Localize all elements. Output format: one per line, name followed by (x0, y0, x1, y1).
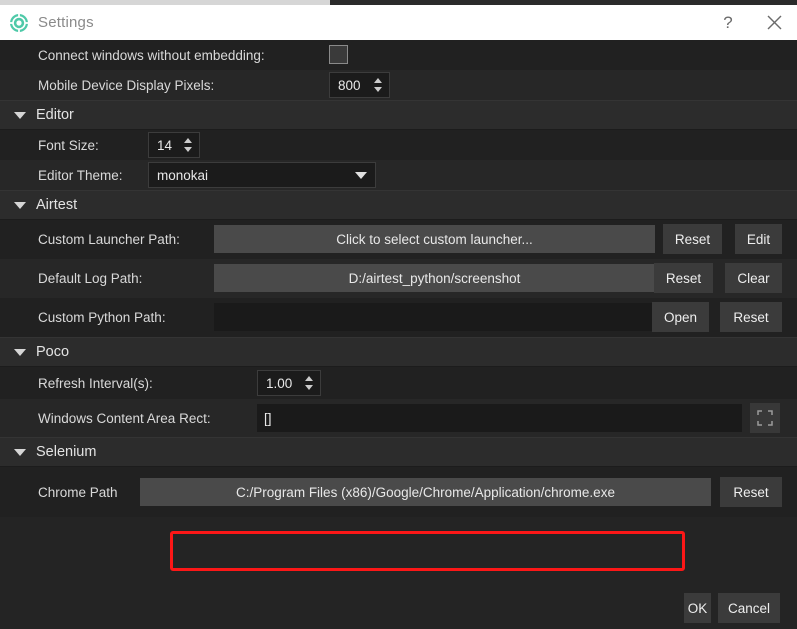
refresh-interval-stepper-buttons[interactable] (300, 371, 320, 395)
custom-python-reset-button[interactable]: Reset (720, 302, 782, 332)
settings-dialog: Settings ? Connect windows without embed… (0, 0, 797, 629)
custom-launcher-edit-button[interactable]: Edit (735, 224, 782, 254)
chrome-path-label: Chrome Path (38, 484, 118, 500)
editor-theme-select[interactable]: monokai (148, 162, 376, 188)
default-log-clear-button[interactable]: Clear (725, 263, 782, 293)
row-chrome-path: Chrome Path C:/Program Files (x86)/Googl… (0, 467, 797, 517)
chrome-path-reset-button[interactable]: Reset (720, 477, 782, 507)
chevron-down-icon[interactable] (373, 87, 382, 92)
content-rect-label: Windows Content Area Rect: (38, 410, 211, 426)
refresh-interval-label: Refresh Interval(s): (38, 375, 153, 391)
mobile-pixels-stepper-buttons[interactable] (369, 73, 389, 97)
section-title-editor: Editor (36, 107, 74, 123)
row-connect-windows: Connect windows without embedding: (0, 40, 797, 70)
row-refresh-interval: Refresh Interval(s): 1.00 (0, 367, 797, 399)
chevron-down-icon[interactable] (14, 201, 26, 209)
chevron-up-icon[interactable] (304, 376, 313, 381)
font-size-value: 14 (157, 137, 173, 153)
cancel-button[interactable]: Cancel (718, 593, 780, 623)
connect-windows-checkbox[interactable] (329, 45, 348, 64)
font-size-stepper-buttons[interactable] (179, 133, 199, 157)
custom-launcher-label: Custom Launcher Path: (38, 232, 180, 247)
mobile-pixels-value: 800 (338, 77, 361, 93)
font-size-label: Font Size: (38, 137, 99, 153)
default-log-field[interactable]: D:/airtest_python/screenshot (214, 264, 655, 292)
chevron-down-icon[interactable] (304, 385, 313, 390)
window-title: Settings (38, 14, 94, 31)
chevron-down-icon[interactable] (14, 348, 26, 356)
row-editor-theme: Editor Theme: monokai (0, 160, 797, 190)
close-icon[interactable] (751, 5, 797, 40)
default-log-reset-button[interactable]: Reset (654, 263, 713, 293)
custom-python-label: Custom Python Path: (38, 310, 166, 325)
help-button[interactable]: ? (705, 5, 751, 40)
row-default-log: Default Log Path: D:/airtest_python/scre… (0, 259, 797, 298)
chrome-path-field[interactable]: C:/Program Files (x86)/Google/Chrome/App… (140, 478, 711, 506)
chevron-down-icon[interactable] (183, 147, 192, 152)
section-title-selenium: Selenium (36, 444, 97, 460)
chevron-down-icon[interactable] (14, 448, 26, 456)
ok-button[interactable]: OK (684, 593, 711, 623)
editor-theme-label: Editor Theme: (38, 167, 123, 183)
section-header-selenium[interactable]: Selenium (0, 437, 797, 467)
refresh-interval-value: 1.00 (266, 375, 293, 391)
section-title-poco: Poco (36, 344, 70, 360)
select-area-icon[interactable] (750, 403, 780, 433)
row-custom-launcher: Custom Launcher Path: Click to select cu… (0, 220, 797, 259)
refresh-interval-stepper[interactable]: 1.00 (257, 370, 321, 396)
section-header-airtest[interactable]: Airtest (0, 190, 797, 220)
section-header-poco[interactable]: Poco (0, 337, 797, 367)
row-mobile-pixels: Mobile Device Display Pixels: 800 (0, 70, 797, 100)
font-size-stepper[interactable]: 14 (148, 132, 200, 158)
section-title-airtest: Airtest (36, 197, 78, 213)
custom-launcher-field[interactable]: Click to select custom launcher... (214, 225, 655, 253)
chevron-down-icon[interactable] (355, 171, 367, 179)
editor-theme-value: monokai (157, 167, 209, 183)
default-log-label: Default Log Path: (38, 271, 143, 286)
custom-launcher-reset-button[interactable]: Reset (663, 224, 722, 254)
custom-python-field[interactable] (214, 303, 655, 331)
chevron-up-icon[interactable] (183, 138, 192, 143)
row-custom-python: Custom Python Path: Open Reset (0, 298, 797, 337)
section-header-editor[interactable]: Editor (0, 100, 797, 130)
row-content-rect: Windows Content Area Rect: [] (0, 399, 797, 437)
chevron-up-icon[interactable] (373, 78, 382, 83)
mobile-pixels-label: Mobile Device Display Pixels: (38, 77, 215, 93)
custom-python-open-button[interactable]: Open (652, 302, 709, 332)
content-rect-field[interactable]: [] (257, 404, 742, 432)
settings-body: Connect windows without embedding: Mobil… (0, 40, 797, 629)
row-font-size: Font Size: 14 (0, 130, 797, 160)
mobile-pixels-stepper[interactable]: 800 (329, 72, 390, 98)
title-bar: Settings ? (0, 5, 797, 40)
connect-windows-label: Connect windows without embedding: (38, 47, 265, 63)
dialog-footer: OK Cancel (0, 580, 797, 629)
chevron-down-icon[interactable] (14, 111, 26, 119)
gear-icon (9, 13, 29, 33)
